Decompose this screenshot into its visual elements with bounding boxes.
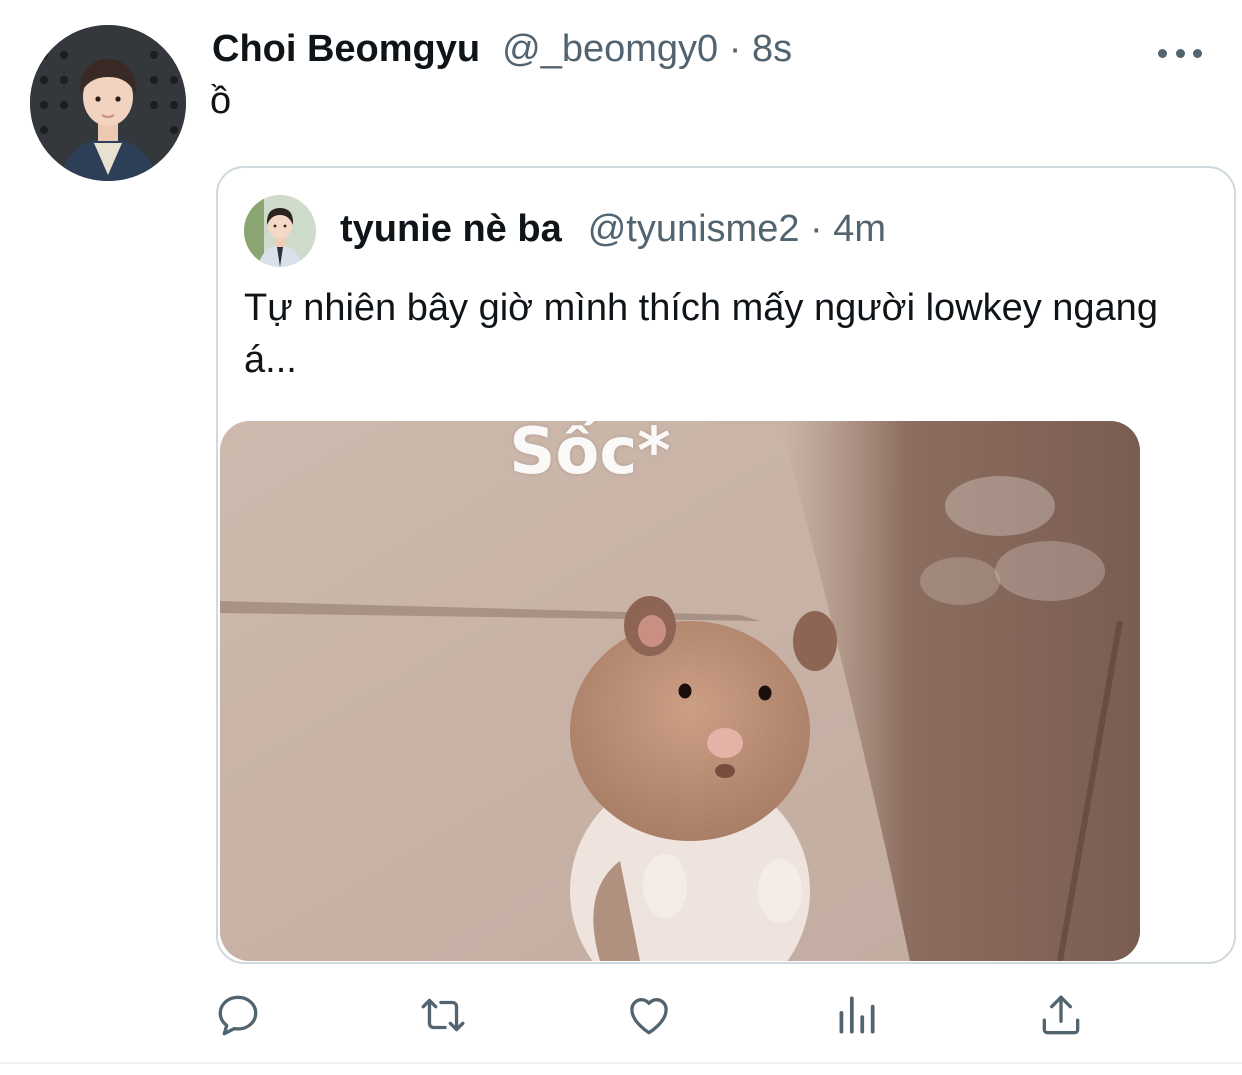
quoted-tweet-media[interactable]: Sốc* [220,421,1140,961]
author-display-name[interactable]: Choi Beomgyu [212,28,480,71]
more-horizontal-icon-dot [1175,48,1185,58]
share-button[interactable] [1031,985,1091,1045]
retweet-icon [421,998,465,1032]
quoted-tweet-time[interactable]: 4m [833,208,886,250]
profile-photo-icon [30,25,186,181]
retweet-button[interactable] [413,985,473,1045]
quoted-author-handle[interactable]: @tyunisme2 [588,208,800,250]
profile-photo-icon [244,195,316,267]
quoted-author-avatar[interactable] [244,195,316,267]
tweet-header: Choi Beomgyu @_beomgy0 · 8s [212,28,792,76]
quoted-author-display-name[interactable]: tyunie nè ba [340,208,562,251]
author-handle-time[interactable]: @_beomgy0 · 8s [502,28,792,71]
quoted-author-handle-time[interactable]: @tyunisme2 · 4m [588,208,886,251]
more-horizontal-icon-dot [1193,48,1202,58]
more-horizontal-icon [1158,48,1167,58]
like-button[interactable] [619,985,679,1045]
quoted-tweet-text: Tự nhiên bây giờ mình thích mấy người lo… [244,287,1158,381]
analytics-icon [839,996,875,1034]
author-avatar[interactable] [30,25,186,181]
media-caption: Sốc* [509,421,671,489]
tweet[interactable]: Choi Beomgyu @_beomgy0 · 8s ồ tyunie nè … [0,0,1242,1075]
tweet-divider [0,1062,1242,1064]
hamster-photo-icon [220,421,1140,961]
author-handle[interactable]: @_beomgy0 [502,28,718,70]
reply-button[interactable] [208,985,268,1045]
tweet-action-bar [0,985,1242,1045]
more-options-button[interactable] [1158,38,1202,68]
views-button[interactable] [826,985,886,1045]
heart-icon [630,998,668,1035]
tweet-time[interactable]: 8s [752,28,792,70]
reply-icon [218,995,258,1036]
quoted-tweet[interactable]: tyunie nè ba @tyunisme2 · 4m Tự nhiên bâ… [216,166,1236,964]
tweet-text: ồ [210,80,232,122]
quoted-tweet-header: tyunie nè ba @tyunisme2 · 4m [340,208,886,251]
share-icon [1042,995,1080,1035]
